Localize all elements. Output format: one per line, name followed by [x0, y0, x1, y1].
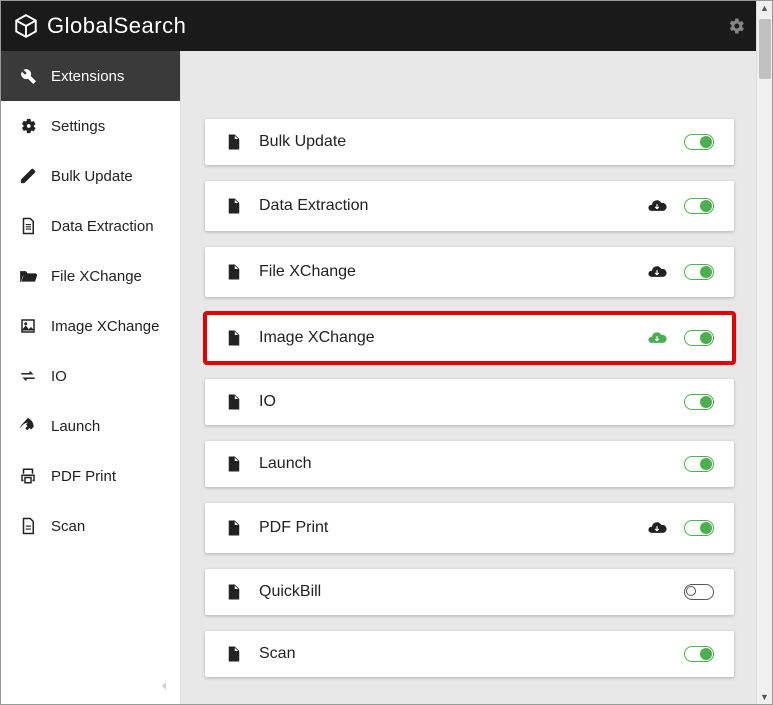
- toggle-switch[interactable]: [684, 456, 714, 472]
- toggle-switch[interactable]: [684, 330, 714, 346]
- document-lines-icon: [19, 217, 37, 235]
- extension-label: Bulk Update: [259, 133, 668, 151]
- document-icon: [225, 329, 243, 347]
- extension-card-file-xchange[interactable]: File XChange: [205, 247, 734, 297]
- sidebar-item-label: File XChange: [51, 268, 142, 285]
- toggle-switch[interactable]: [684, 134, 714, 150]
- sidebar-item-settings[interactable]: Settings: [1, 101, 180, 151]
- extension-card-launch[interactable]: Launch: [205, 441, 734, 487]
- folder-open-icon: [19, 267, 37, 285]
- sidebar-item-label: Scan: [51, 518, 85, 535]
- sidebar-item-label: Extensions: [51, 68, 124, 85]
- toggle-switch[interactable]: [684, 646, 714, 662]
- extension-card-io[interactable]: IO: [205, 379, 734, 425]
- sidebar-item-pdf-print[interactable]: PDF Print: [1, 451, 180, 501]
- brand-text: GlobalSearch: [47, 13, 186, 39]
- extension-label: Image XChange: [259, 329, 630, 347]
- extension-label: Launch: [259, 455, 668, 473]
- sidebar: Extensions Settings Bulk Update Data Extrac…: [1, 51, 181, 704]
- sidebar-item-label: IO: [51, 368, 67, 385]
- sidebar-item-data-extraction[interactable]: Data Extraction: [1, 201, 180, 251]
- transfer-icon: [19, 367, 37, 385]
- extension-label: QuickBill: [259, 583, 668, 601]
- logo-icon: [13, 13, 39, 39]
- document-icon: [225, 583, 243, 601]
- document-icon: [225, 455, 243, 473]
- scroll-up-icon[interactable]: ▲: [760, 3, 769, 13]
- sidebar-item-label: Launch: [51, 418, 100, 435]
- sidebar-item-label: Bulk Update: [51, 168, 133, 185]
- document-icon: [225, 133, 243, 151]
- extension-card-image-xchange[interactable]: Image XChange: [205, 313, 734, 363]
- content-area: Bulk Update Data Extraction File XChange Im…: [181, 51, 758, 704]
- document-icon: [225, 393, 243, 411]
- extension-label: IO: [259, 393, 668, 411]
- rocket-icon: [19, 417, 37, 435]
- brand: GlobalSearch: [13, 13, 186, 39]
- sidebar-item-label: PDF Print: [51, 468, 116, 485]
- extension-card-bulk-update[interactable]: Bulk Update: [205, 119, 734, 165]
- toggle-switch[interactable]: [684, 520, 714, 536]
- gear-icon: [19, 117, 37, 135]
- cloud-download-icon: [646, 195, 668, 217]
- toggle-switch[interactable]: [684, 198, 714, 214]
- image-icon: [19, 317, 37, 335]
- settings-gears-icon[interactable]: [726, 16, 746, 36]
- sidebar-item-label: Image XChange: [51, 318, 159, 335]
- edit-icon: [19, 167, 37, 185]
- document-icon: [225, 263, 243, 281]
- document-icon: [225, 519, 243, 537]
- sidebar-item-file-xchange[interactable]: File XChange: [1, 251, 180, 301]
- sidebar-item-bulk-update[interactable]: Bulk Update: [1, 151, 180, 201]
- cloud-download-icon: [646, 517, 668, 539]
- document-icon: [225, 197, 243, 215]
- sidebar-item-label: Data Extraction: [51, 218, 154, 235]
- extension-label: Scan: [259, 645, 668, 663]
- toggle-switch[interactable]: [684, 394, 714, 410]
- sidebar-item-extensions[interactable]: Extensions: [1, 51, 180, 101]
- extension-card-quickbill[interactable]: QuickBill: [205, 569, 734, 615]
- extension-label: PDF Print: [259, 519, 630, 537]
- sidebar-item-scan[interactable]: Scan: [1, 501, 180, 551]
- cloud-download-icon: [646, 261, 668, 283]
- toggle-switch[interactable]: [684, 584, 714, 600]
- extension-card-pdf-print[interactable]: PDF Print: [205, 503, 734, 553]
- extension-label: Data Extraction: [259, 197, 630, 215]
- sidebar-item-label: Settings: [51, 118, 105, 135]
- page-icon: [19, 517, 37, 535]
- scrollbar-thumb[interactable]: [759, 19, 771, 79]
- vertical-scrollbar[interactable]: ▲ ▼: [756, 1, 772, 704]
- sidebar-item-io[interactable]: IO: [1, 351, 180, 401]
- sidebar-item-launch[interactable]: Launch: [1, 401, 180, 451]
- collapse-sidebar-icon[interactable]: [156, 678, 172, 694]
- print-icon: [19, 467, 37, 485]
- cloud-download-icon: [646, 327, 668, 349]
- toggle-switch[interactable]: [684, 264, 714, 280]
- wrench-icon: [19, 67, 37, 85]
- extension-card-scan[interactable]: Scan: [205, 631, 734, 677]
- document-icon: [225, 645, 243, 663]
- scroll-down-icon[interactable]: ▼: [760, 692, 769, 702]
- extension-label: File XChange: [259, 263, 630, 281]
- sidebar-item-image-xchange[interactable]: Image XChange: [1, 301, 180, 351]
- topbar: GlobalSearch: [1, 1, 758, 51]
- extension-card-data-extraction[interactable]: Data Extraction: [205, 181, 734, 231]
